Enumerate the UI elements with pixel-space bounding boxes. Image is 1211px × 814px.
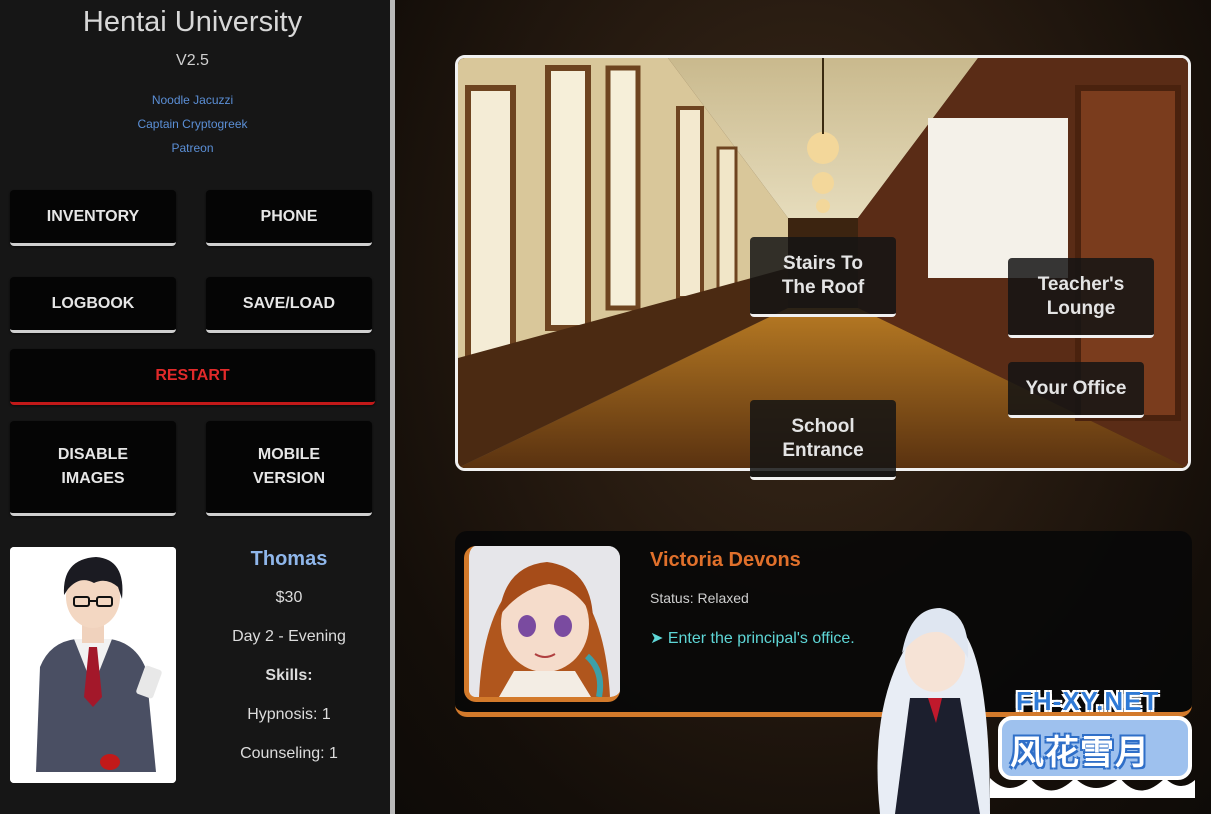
npc-action-link[interactable]: ➤ Enter the principal's office.: [650, 628, 855, 648]
logbook-button[interactable]: LOGBOOK: [10, 277, 176, 333]
watermark-site-text: FH-XY.NET: [1016, 686, 1160, 716]
inventory-button[interactable]: INVENTORY: [10, 190, 176, 246]
location-your-office[interactable]: Your Office: [1008, 362, 1144, 418]
npc-name: Victoria Devons: [650, 549, 801, 571]
game-title: Hentai University: [82, 6, 303, 38]
skill-counseling: Counseling: 1: [240, 745, 338, 762]
credit-link-captain-cryptogreek[interactable]: Captain Cryptogreek: [0, 117, 385, 131]
player-portrait: [10, 547, 176, 783]
mobile-version-button[interactable]: MOBILE VERSION: [206, 421, 372, 516]
location-school-entrance[interactable]: School Entrance: [750, 400, 896, 480]
save-load-button[interactable]: SAVE/LOAD: [206, 277, 372, 333]
phone-button[interactable]: PHONE: [206, 190, 372, 246]
player-day-time: Day 2 - Evening: [232, 628, 346, 645]
skill-hypnosis: Hypnosis: 1: [247, 706, 331, 723]
skills-label: Skills:: [265, 667, 313, 684]
credit-link-patreon[interactable]: Patreon: [0, 141, 385, 155]
disable-images-button[interactable]: DISABLE IMAGES: [10, 421, 176, 516]
restart-button[interactable]: RESTART: [10, 349, 375, 405]
player-name: Thomas: [250, 548, 328, 570]
npc-character-image: [469, 546, 620, 697]
watermark-title-text: 风花雪月: [1010, 734, 1150, 772]
npc-status: Status: Relaxed: [650, 590, 749, 606]
location-teachers-lounge[interactable]: Teacher's Lounge: [1008, 258, 1154, 338]
game-version: V2.5: [176, 52, 209, 69]
npc-portrait: [464, 546, 620, 702]
credit-link-noodle-jacuzzi[interactable]: Noodle Jacuzzi: [0, 93, 385, 107]
player-money: $30: [275, 589, 303, 606]
player-character-image: [10, 547, 176, 783]
location-stairs-to-the-roof[interactable]: Stairs To The Roof: [750, 237, 896, 317]
